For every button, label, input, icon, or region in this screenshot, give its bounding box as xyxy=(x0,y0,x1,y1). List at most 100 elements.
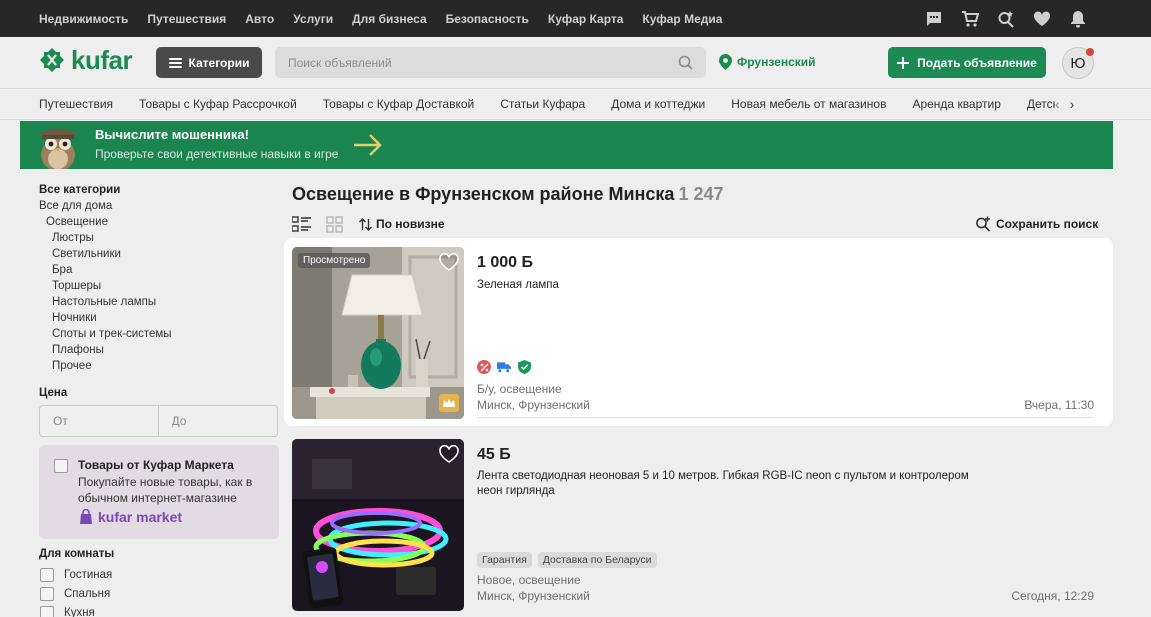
catnav-item-articles[interactable]: Статьи Куфара xyxy=(500,97,585,111)
price-from-input[interactable] xyxy=(40,406,159,436)
avatar-letter: Ю xyxy=(1070,54,1086,72)
banner-title: Вычислите мошенника! xyxy=(95,127,249,142)
sidebar-sub-other[interactable]: Прочее xyxy=(39,358,279,374)
top-nav-item-business[interactable]: Для бизнеса xyxy=(352,12,427,26)
save-search-button[interactable]: Сохранить поиск xyxy=(975,216,1098,232)
sidebar-sub-sconces[interactable]: Бра xyxy=(39,262,279,278)
save-search-label: Сохранить поиск xyxy=(996,217,1099,231)
saved-search-icon[interactable] xyxy=(997,10,1015,28)
listing-condition: Б/у, освещение xyxy=(477,382,562,396)
search-input[interactable] xyxy=(275,47,675,78)
listing-photo[interactable]: Просмотрено xyxy=(292,247,464,419)
sort-label: По новизне xyxy=(376,217,445,231)
favorite-heart-icon[interactable] xyxy=(438,252,460,272)
sidebar-sub-chandeliers[interactable]: Люстры xyxy=(39,230,279,246)
sidebar-sub-lamps[interactable]: Светильники xyxy=(39,246,279,262)
catnav-item-kids[interactable]: Детские товары xyxy=(1027,97,1055,111)
cart-icon[interactable] xyxy=(961,10,979,28)
kufar-logo-icon xyxy=(40,48,64,72)
room-option-bedroom[interactable]: Спальня xyxy=(40,587,110,601)
top-nav-item-security[interactable]: Безопасность xyxy=(446,12,529,26)
grid-view-icon[interactable] xyxy=(326,216,345,233)
favorites-icon[interactable] xyxy=(1033,10,1051,28)
listing-tags: Гарантия Доставка по Беларуси xyxy=(477,552,657,568)
listing-card[interactable]: Просмотрено 1 000 Б Зеленая лампа Б/у, о… xyxy=(284,238,1113,426)
room-checkbox[interactable] xyxy=(40,568,54,582)
menu-icon xyxy=(168,57,182,68)
catnav-item-houses[interactable]: Дома и коттеджи xyxy=(611,97,705,111)
arrow-right-icon xyxy=(354,134,382,156)
market-checkbox[interactable] xyxy=(54,459,68,473)
notifications-icon[interactable] xyxy=(1069,10,1087,28)
save-search-icon xyxy=(976,216,991,232)
promo-banner[interactable]: Вычислите мошенника! Проверьте свои дете… xyxy=(20,121,1113,169)
market-logo-text: kufar market xyxy=(98,509,183,525)
listing-price: 1 000 Б xyxy=(477,254,533,271)
listing-title[interactable]: Зеленая лампа xyxy=(477,278,987,293)
top-nav-item-travel[interactable]: Путешествия xyxy=(147,12,226,26)
top-nav-item-realty[interactable]: Недвижимость xyxy=(39,12,128,26)
sidebar-sub-night-lights[interactable]: Ночники xyxy=(39,310,279,326)
search-icon[interactable] xyxy=(678,55,693,70)
viewed-badge: Просмотрено xyxy=(298,253,371,268)
price-range xyxy=(39,405,278,437)
kufar-market-filter: Товары от Куфар Маркета Покупайте новые … xyxy=(39,445,279,539)
listing-photo[interactable] xyxy=(292,439,464,611)
catnav-item-furniture[interactable]: Новая мебель от магазинов xyxy=(731,97,886,111)
sidebar-sub-spots[interactable]: Споты и трек-системы xyxy=(39,326,279,342)
top-nav-item-media[interactable]: Куфар Медиа xyxy=(642,12,722,26)
kufar-logo[interactable]: kufar xyxy=(39,45,133,75)
market-text: Покупайте новые товары, как в обычном ин… xyxy=(78,475,253,505)
price-to-input[interactable] xyxy=(158,406,277,436)
chevron-right-icon[interactable]: › xyxy=(1070,96,1075,112)
post-ad-button[interactable]: Подать объявление xyxy=(888,47,1046,78)
chevron-left-icon[interactable]: ‹ xyxy=(1055,96,1060,112)
header: kufar Категории Фрунзенский Подать объяв… xyxy=(0,37,1151,88)
top-nav-item-auto[interactable]: Авто xyxy=(245,12,274,26)
list-view-icon[interactable] xyxy=(292,216,311,233)
sidebar-sub-floor-lamps[interactable]: Торшеры xyxy=(39,278,279,294)
sidebar-all-categories[interactable]: Все категории xyxy=(39,182,279,198)
logo-text: kufar xyxy=(71,45,133,75)
listing-title[interactable]: Лента светодиодная неоновая 5 и 10 метро… xyxy=(477,469,987,499)
room-option-label: Кухня xyxy=(64,607,95,617)
results-count: 1 247 xyxy=(678,184,724,204)
listing-time: Вчера, 11:30 xyxy=(1024,398,1094,412)
categories-label: Категории xyxy=(188,55,250,70)
page-title-text: Освещение в Фрунзенском районе Минска xyxy=(292,184,675,204)
catnav-item-delivery[interactable]: Товары с Куфар Доставкой xyxy=(323,97,474,111)
favorite-heart-icon[interactable] xyxy=(438,444,460,464)
room-checkbox[interactable] xyxy=(40,606,54,617)
sidebar-lighting[interactable]: Освещение xyxy=(39,214,279,230)
category-nav-items: Путешествия Товары с Куфар Рассрочкой То… xyxy=(39,89,1055,119)
listing-condition: Новое, освещение xyxy=(477,573,581,587)
kufar-market-logo: kufar market xyxy=(79,509,182,525)
market-bag-icon xyxy=(80,509,92,524)
category-nav-arrows: ‹ › xyxy=(1055,96,1074,112)
catnav-item-installments[interactable]: Товары с Куфар Рассрочкой xyxy=(139,97,297,111)
categories-button[interactable]: Категории xyxy=(156,47,262,78)
user-avatar[interactable]: Ю xyxy=(1062,47,1094,79)
catnav-item-rent[interactable]: Аренда квартир xyxy=(912,97,1000,111)
market-title: Товары от Куфар Маркета xyxy=(78,458,234,472)
sort-selector[interactable]: По новизне xyxy=(359,217,445,231)
top-nav-item-map[interactable]: Куфар Карта xyxy=(548,12,624,26)
messages-icon[interactable] xyxy=(925,10,943,28)
sidebar-sub-shades[interactable]: Плафоны xyxy=(39,342,279,358)
top-icons xyxy=(925,0,1087,37)
room-option-kitchen[interactable]: Кухня xyxy=(40,606,95,617)
room-option-living[interactable]: Гостиная xyxy=(40,568,112,582)
room-checkbox[interactable] xyxy=(40,587,54,601)
sidebar-all-home[interactable]: Все для дома xyxy=(39,198,279,214)
lamp-photo xyxy=(292,247,464,419)
listing-card[interactable]: 45 Б Лента светодиодная неоновая 5 и 10 … xyxy=(284,430,1113,616)
banner-subtitle: Проверьте свои детективные навыки в игре xyxy=(95,147,339,161)
shield-check-icon xyxy=(517,360,531,374)
sidebar-sub-table-lamps[interactable]: Настольные лампы xyxy=(39,294,279,310)
top-nav-item-services[interactable]: Услуги xyxy=(293,12,333,26)
location-pin-icon xyxy=(719,54,732,70)
top-nav: Недвижимость Путешествия Авто Услуги Для… xyxy=(39,0,722,37)
catnav-item-travel[interactable]: Путешествия xyxy=(39,97,113,111)
location-selector[interactable]: Фрунзенский xyxy=(719,54,816,70)
detective-owl-icon xyxy=(39,128,77,169)
